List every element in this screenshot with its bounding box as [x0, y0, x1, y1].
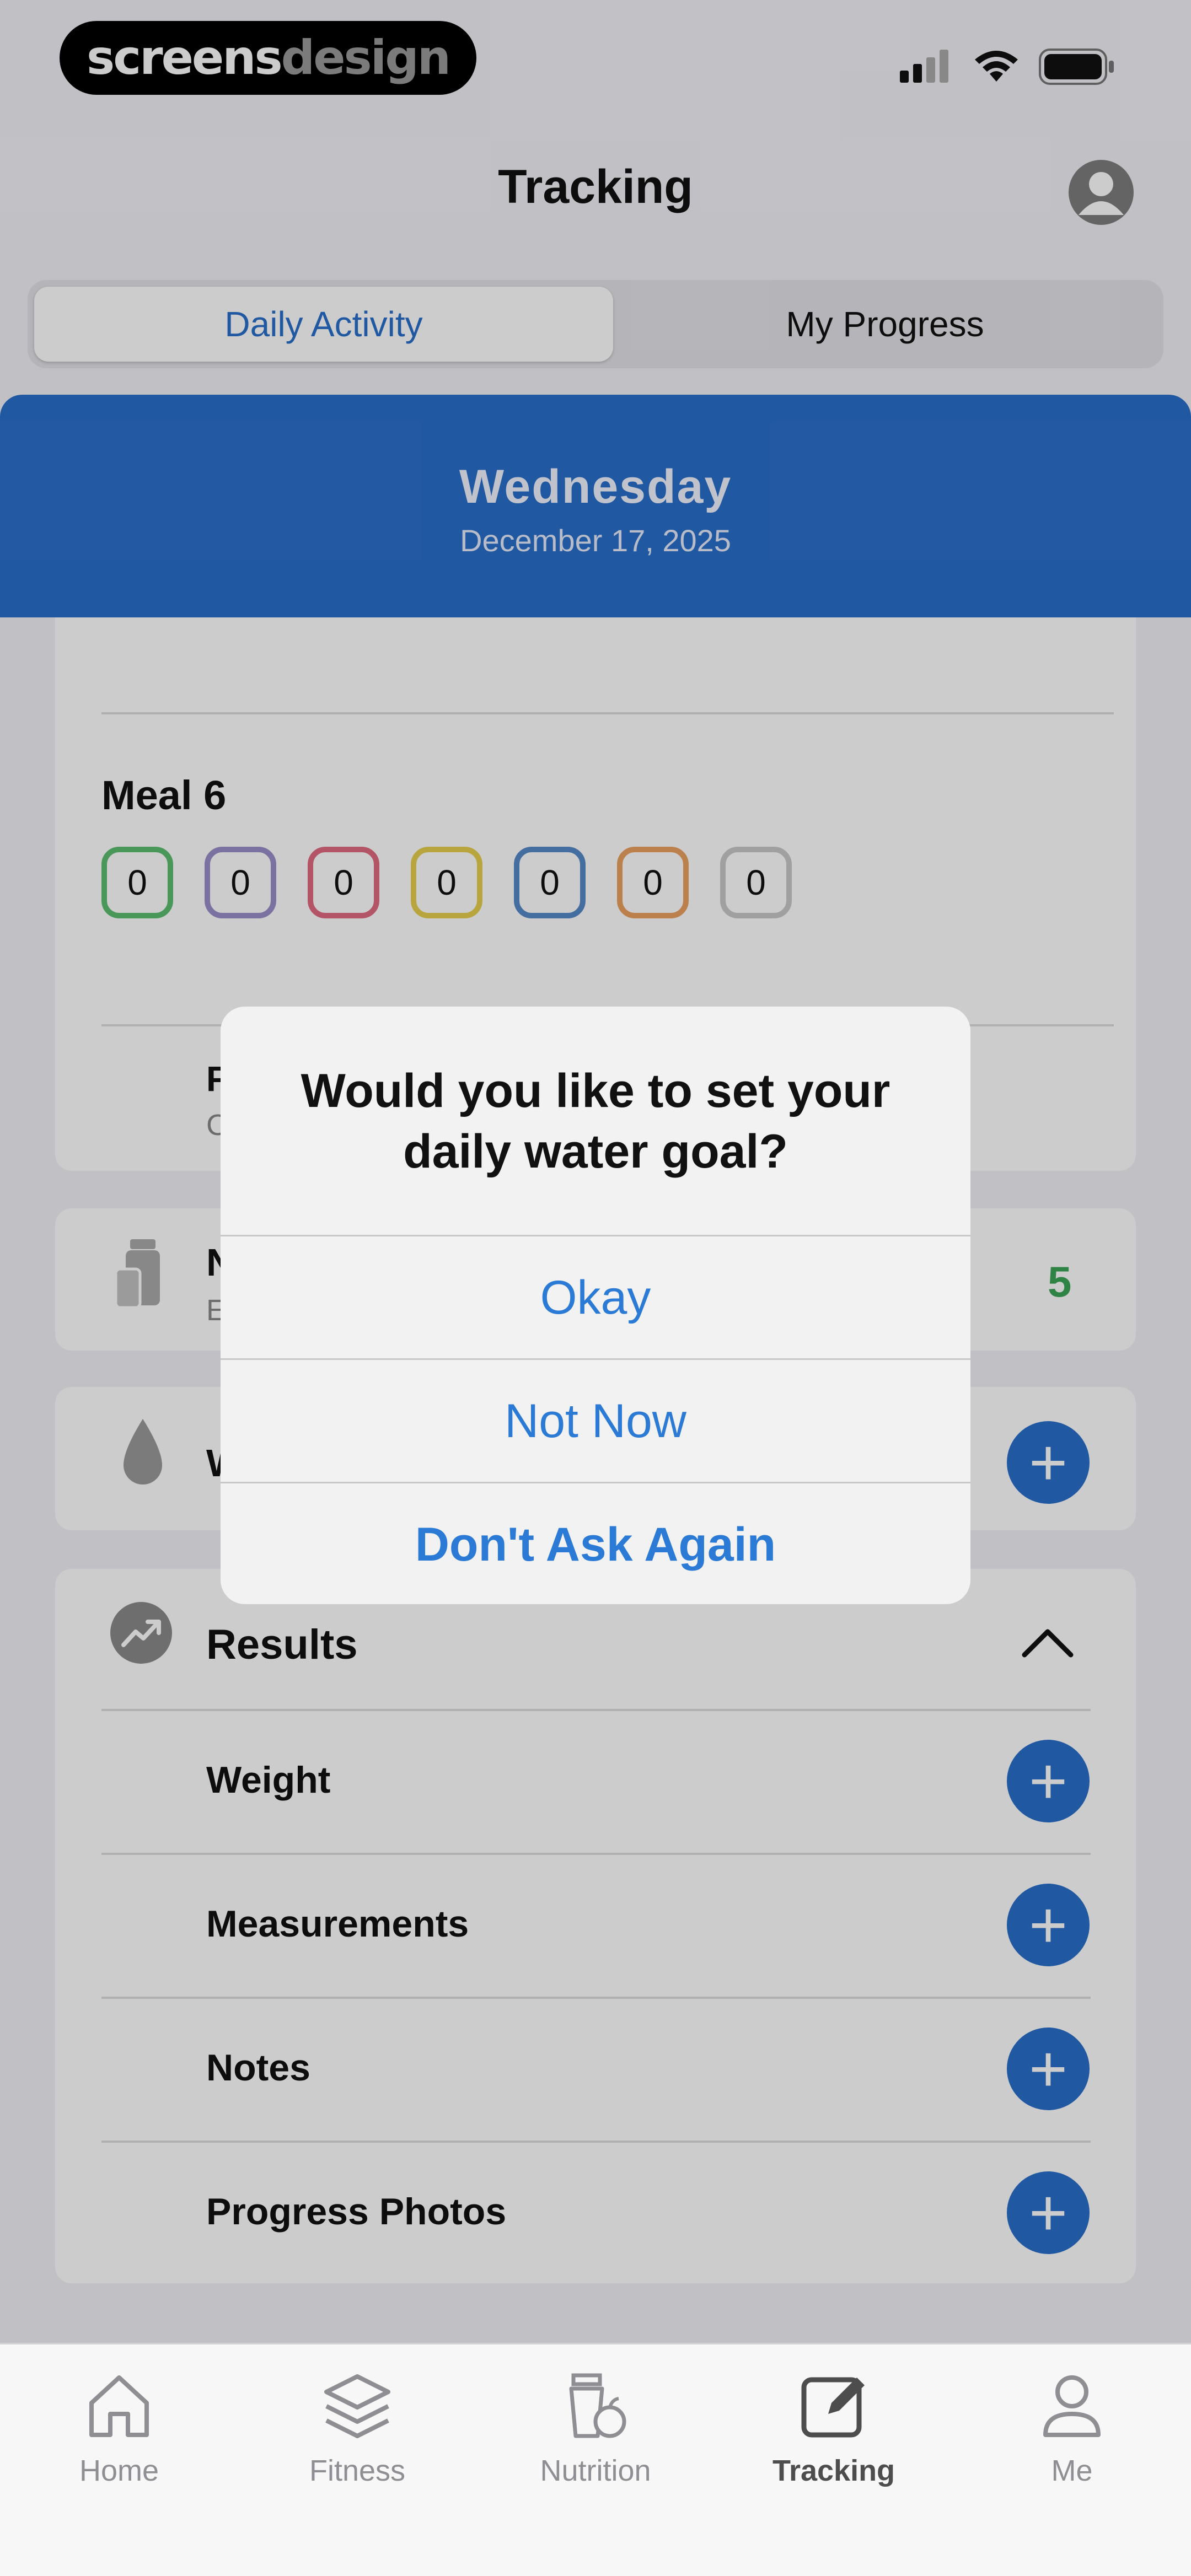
person-icon — [1043, 2375, 1101, 2437]
okay-button[interactable]: Okay — [221, 1235, 970, 1359]
not-now-button[interactable]: Not Now — [221, 1358, 970, 1482]
tab-label: Tracking — [772, 2454, 895, 2487]
home-icon — [89, 2375, 149, 2437]
tab-label: Me — [1051, 2454, 1093, 2487]
tab-label: Nutrition — [540, 2454, 651, 2487]
tab-label: Fitness — [309, 2454, 406, 2487]
alert-message: Would you like to set your daily water g… — [301, 1064, 890, 1179]
tab-tracking[interactable]: Tracking — [715, 2344, 953, 2510]
tab-fitness[interactable]: Fitness — [238, 2344, 476, 2510]
tracking-edit-icon — [801, 2377, 865, 2438]
water-goal-alert: Would you like to set your daily water g… — [221, 1007, 970, 1604]
tab-label: Home — [79, 2454, 159, 2487]
tab-home[interactable]: Home — [0, 2344, 238, 2510]
tab-nutrition[interactable]: Nutrition — [476, 2344, 715, 2510]
dont-ask-again-button[interactable]: Don't Ask Again — [221, 1482, 970, 1604]
tab-bar: Home Fitness Nutrition Tracking Me — [0, 2343, 1191, 2576]
tab-me[interactable]: Me — [953, 2344, 1191, 2510]
nutrition-icon — [569, 2373, 626, 2438]
layers-icon — [324, 2374, 390, 2438]
